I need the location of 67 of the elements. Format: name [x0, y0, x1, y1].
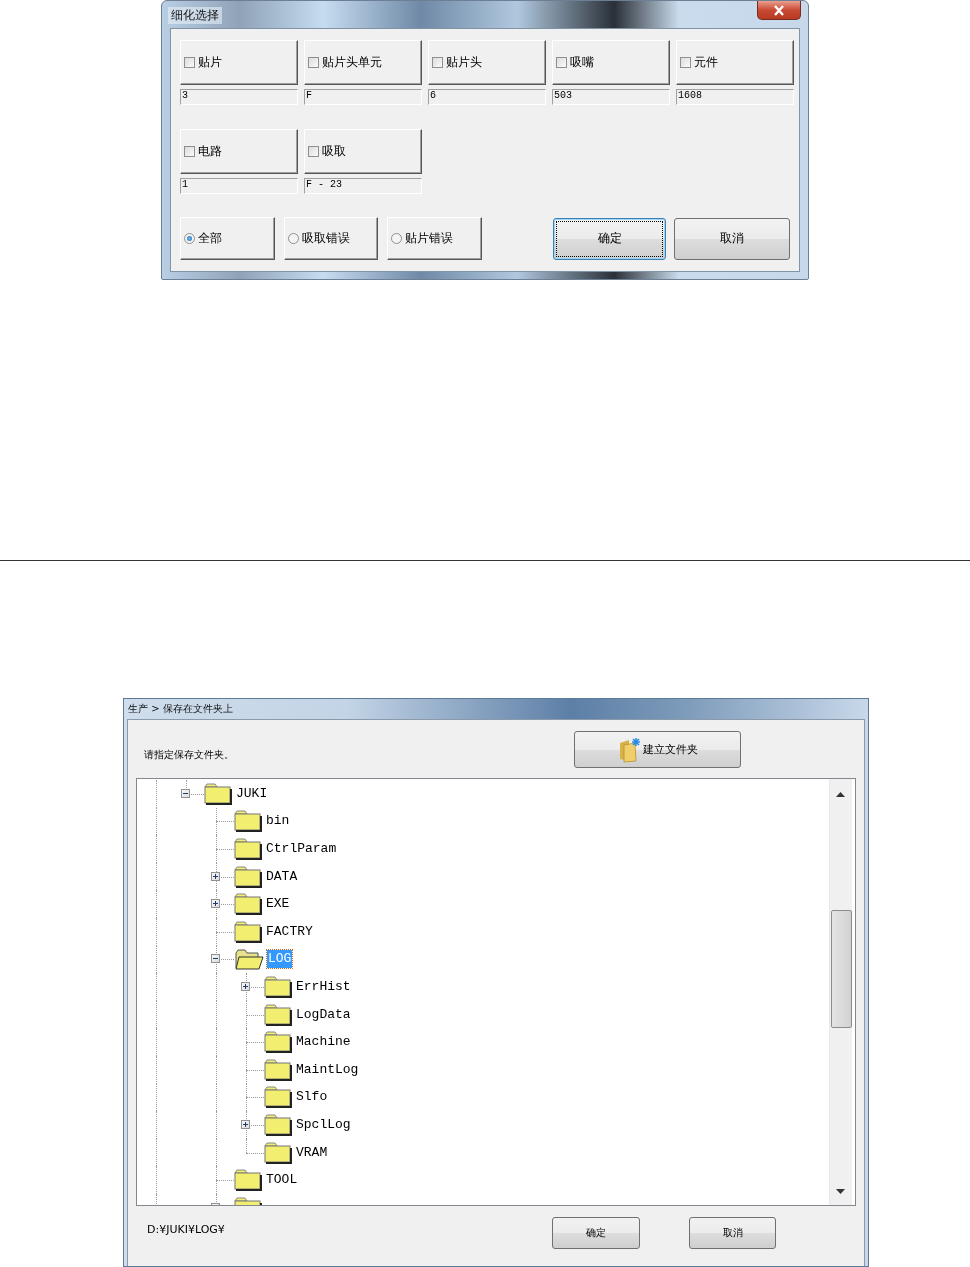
tree-item[interactable]: ErrHist [295, 977, 352, 996]
cancel-button[interactable]: 取消 [689, 1217, 776, 1249]
filter-checkbox[interactable]: 电路 [180, 129, 298, 174]
expand-toggle[interactable] [241, 981, 250, 991]
folder-icon [204, 782, 232, 805]
value-field: F [304, 89, 422, 105]
collapse-toggle[interactable] [181, 788, 190, 798]
folder-icon [264, 1113, 292, 1136]
tree-item[interactable]: VRAM [295, 1143, 329, 1162]
folder-icon [264, 975, 292, 998]
expand-toggle[interactable] [211, 899, 220, 909]
tree-item[interactable]: bin [265, 812, 291, 831]
filter-checkbox[interactable]: 贴片头单元 [304, 40, 422, 85]
tree-item[interactable]: CtrlParam [265, 840, 338, 858]
cancel-button[interactable]: 取消 [674, 217, 790, 260]
tree-item[interactable]: Slfo [295, 1088, 329, 1107]
scrollbar[interactable] [829, 779, 852, 1205]
tree-item[interactable]: JUKI [235, 784, 269, 803]
new-folder-button[interactable]: 建立文件夹 [574, 731, 741, 768]
folder-icon [264, 1003, 292, 1026]
value-field: 1 [180, 178, 298, 194]
folder-icon [234, 865, 262, 888]
folder-icon [264, 1086, 292, 1109]
filter-checkbox[interactable]: 吸取 [304, 129, 422, 174]
prompt-text: 请指定保存文件夹。 [143, 747, 235, 762]
tree-item[interactable]: SpclLog [295, 1115, 352, 1134]
filter-checkbox[interactable]: 吸嘴 [552, 40, 670, 85]
close-icon [772, 4, 786, 16]
tree-item[interactable]: LogData [295, 1005, 352, 1024]
tree-item[interactable]: EXE [265, 895, 291, 914]
scope-radio[interactable]: 全部 [180, 217, 275, 260]
scope-radio[interactable]: 吸取错误 [283, 217, 379, 260]
tree-item[interactable]: DATA [265, 867, 299, 886]
scope-radio[interactable]: 贴片错误 [387, 217, 482, 260]
ok-button[interactable]: 确定 [552, 1217, 640, 1249]
open-folder-icon [234, 948, 264, 971]
folder-icon [234, 893, 262, 916]
folder-icon [264, 1058, 292, 1081]
value-field: 503 [552, 89, 670, 105]
folder-icon [234, 810, 262, 833]
tree-item[interactable]: MaintLog [295, 1060, 360, 1079]
folder-icon [234, 838, 262, 860]
close-button[interactable] [757, 1, 801, 20]
tree-item[interactable]: TOOL [265, 1171, 299, 1190]
expand-toggle[interactable] [241, 1119, 250, 1129]
tree-item[interactable]: FACTRY [265, 922, 314, 941]
folder-icon [234, 920, 262, 943]
filter-checkbox[interactable]: 贴片 [180, 40, 298, 85]
value-field: F - 23 [304, 178, 422, 194]
collapse-toggle[interactable] [211, 954, 220, 964]
folder-icon [234, 1169, 262, 1192]
new-folder-icon [617, 736, 640, 763]
window-title: 细化选择 [168, 7, 222, 24]
expand-toggle[interactable] [211, 871, 220, 881]
scroll-up-icon[interactable] [836, 792, 845, 797]
filter-checkbox[interactable]: 元件 [676, 40, 794, 85]
tree-item[interactable]: Machine [295, 1033, 352, 1052]
folder-path: D:¥JUKI¥LOG¥ [146, 1222, 226, 1238]
value-field: 1608 [676, 89, 794, 105]
window-title: 生产 > 保存在文件夹上 [127, 702, 234, 716]
scroll-down-icon[interactable] [836, 1189, 845, 1194]
value-field: 3 [180, 89, 298, 105]
filter-checkbox[interactable]: 贴片头 [428, 40, 546, 85]
ok-button[interactable]: 确定 [552, 217, 667, 260]
folder-icon [264, 1031, 292, 1054]
value-field: 6 [428, 89, 546, 105]
folder-icon [264, 1141, 292, 1164]
